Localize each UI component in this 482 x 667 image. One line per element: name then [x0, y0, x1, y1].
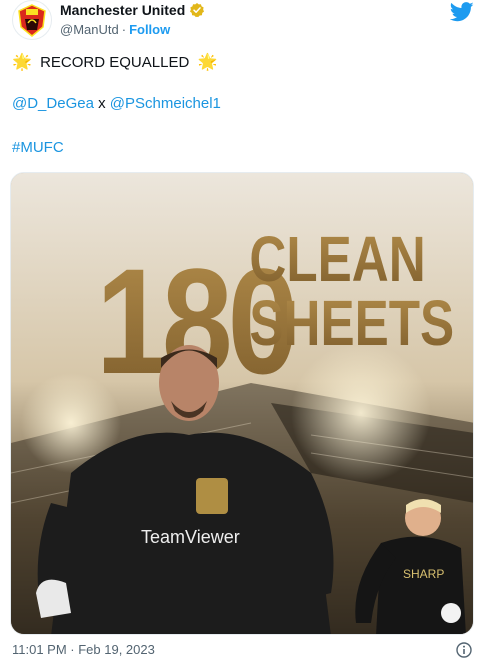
handle-row: @ManUtd · Follow	[60, 22, 170, 37]
name-row: Manchester United	[60, 2, 205, 18]
mentions-line: @D_DeGea x @PSchmeichel1	[12, 94, 221, 114]
twitter-bird-icon[interactable]	[450, 2, 474, 22]
mention-connector: x	[98, 95, 106, 112]
tweet-header: Manchester United @ManUtd · Follow	[12, 0, 474, 44]
verified-badge-icon	[190, 3, 205, 18]
sun-emoji-icon: 🌟	[12, 54, 32, 71]
headline-text: RECORD EQUALLED	[40, 54, 190, 71]
club-crest-icon	[18, 4, 46, 37]
avatar[interactable]	[12, 0, 52, 40]
clean-sheets-graphic: 180 CLEAN SHEETS TeamViewer SHARP	[11, 173, 473, 634]
separator: ·	[121, 22, 127, 37]
follow-button[interactable]: Follow	[129, 22, 170, 37]
sheets-text: SHEETS	[249, 289, 454, 360]
info-icon[interactable]	[456, 642, 472, 658]
handle[interactable]: @ManUtd	[60, 22, 119, 37]
sponsor-2-text: SHARP	[403, 567, 444, 581]
headline-line: 🌟 RECORD EQUALLED 🌟	[12, 53, 217, 73]
sponsor-text: TeamViewer	[141, 527, 240, 547]
mention-schmeichel[interactable]: @PSchmeichel1	[110, 95, 221, 112]
tweet-media-image[interactable]: 180 CLEAN SHEETS TeamViewer SHARP	[10, 172, 474, 635]
mention-degea[interactable]: @D_DeGea	[12, 95, 94, 112]
display-name[interactable]: Manchester United	[60, 2, 185, 18]
clean-text: CLEAN	[249, 225, 425, 296]
hashtag-mufc[interactable]: #MUFC	[12, 139, 64, 156]
timestamp[interactable]: 11:01 PM · Feb 19, 2023	[12, 642, 155, 657]
hashtag-line: #MUFC	[12, 138, 64, 158]
sun-emoji-icon: 🌟	[197, 54, 218, 71]
